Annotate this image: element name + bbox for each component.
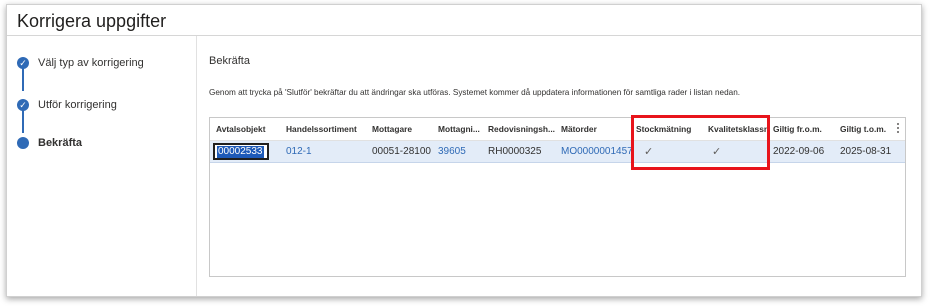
step-label: Bekräfta xyxy=(38,137,83,149)
current-step-icon xyxy=(17,137,29,149)
column-header-giltig-from[interactable]: Giltig fr.o.m. xyxy=(773,118,829,140)
step-label: Utför korrigering xyxy=(38,99,117,111)
avtalsobjekt-input[interactable]: 00002533 xyxy=(213,143,269,160)
column-header-avtalsobjekt[interactable]: Avtalsobjekt xyxy=(216,118,278,140)
avtalsobjekt-value: 00002533 xyxy=(217,145,264,158)
cell-redovisning: RH0000325 xyxy=(488,146,542,157)
checkmark-icon: ✓ xyxy=(17,99,29,111)
more-vertical-icon[interactable] xyxy=(895,122,901,136)
column-header-giltig-tom[interactable]: Giltig t.o.m. xyxy=(840,118,896,140)
cell-giltig-from: 2022-09-06 xyxy=(773,146,825,157)
confirm-description: Genom att trycka på 'Slutför' bekräftar … xyxy=(209,88,741,97)
checkmark-icon: ✓ xyxy=(17,57,29,69)
dialog-title: Korrigera uppgifter xyxy=(17,11,167,31)
cell-handelssortiment[interactable]: 012-1 xyxy=(286,141,356,162)
table-row[interactable]: 00002533 012-1 00051-28100 39605 RH00003… xyxy=(210,141,905,163)
cell-mottagning[interactable]: 39605 xyxy=(438,141,484,162)
step-2[interactable]: ✓ Utför korrigering xyxy=(17,95,117,115)
correction-grid: Avtalsobjekt Handelssortiment Mottagare … xyxy=(209,117,906,277)
column-header-redovisning[interactable]: Redovisningsh... xyxy=(488,118,558,140)
cell-mottagare: 00051-28100 xyxy=(372,146,431,157)
cell-matorder[interactable]: MO0000001457 xyxy=(561,141,633,162)
column-header-handelssortiment[interactable]: Handelssortiment xyxy=(286,118,362,140)
cell-giltig-tom: 2025-08-31 xyxy=(840,146,892,157)
grid-header: Avtalsobjekt Handelssortiment Mottagare … xyxy=(210,118,905,141)
column-header-mottagning[interactable]: Mottagni... xyxy=(438,118,484,140)
step-3[interactable]: Bekräfta xyxy=(17,133,82,153)
step-1[interactable]: ✓ Välj typ av korrigering xyxy=(17,53,144,73)
checkmark-icon: ✓ xyxy=(644,146,654,158)
column-header-mottagare[interactable]: Mottagare xyxy=(372,118,428,140)
column-header-stockmatning[interactable]: Stockmätning xyxy=(636,118,704,140)
section-title: Bekräfta xyxy=(209,55,250,67)
title-divider xyxy=(7,35,921,36)
column-header-matorder[interactable]: Mätorder xyxy=(561,118,621,140)
cell-avtalsobjekt[interactable]: 00002533 xyxy=(210,141,276,162)
checkmark-icon: ✓ xyxy=(712,146,722,158)
column-header-kvalitetsklassning[interactable]: Kvalitetsklassni... xyxy=(708,118,768,140)
panel-divider xyxy=(196,36,197,296)
step-label: Välj typ av korrigering xyxy=(38,57,144,69)
